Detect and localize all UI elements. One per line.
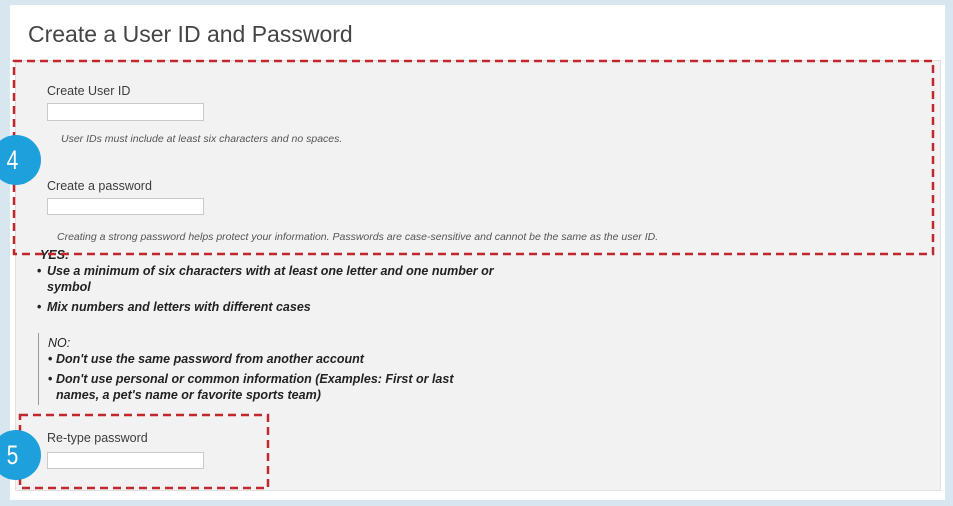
page-title: Create a User ID and Password bbox=[28, 21, 353, 47]
no-heading: NO: bbox=[48, 336, 71, 350]
password-input[interactable] bbox=[47, 198, 204, 215]
no-block: NO: Don't use the same password from ano… bbox=[38, 333, 478, 405]
password-help-text: Creating a strong password helps protect… bbox=[57, 231, 659, 243]
retype-password-label: Re-type password bbox=[47, 431, 148, 445]
yes-item: Use a minimum of six characters with at … bbox=[37, 263, 512, 295]
no-item: Don't use the same password from another… bbox=[48, 351, 478, 367]
user-id-help-text: User IDs must include at least six chara… bbox=[61, 133, 343, 145]
password-label: Create a password bbox=[47, 179, 152, 193]
no-item: Don't use personal or common information… bbox=[48, 371, 478, 403]
password-guidelines: YES: Use a minimum of six characters wit… bbox=[37, 247, 512, 405]
screen: Create a User ID and Password Create Use… bbox=[0, 0, 953, 506]
user-id-label: Create User ID bbox=[47, 84, 131, 98]
no-list: Don't use the same password from another… bbox=[48, 351, 478, 403]
retype-password-input[interactable] bbox=[47, 452, 204, 469]
user-id-input[interactable] bbox=[47, 103, 204, 121]
yes-item: Mix numbers and letters with different c… bbox=[37, 299, 512, 315]
step-number: 4 bbox=[7, 145, 19, 175]
yes-heading: YES: bbox=[40, 248, 70, 262]
yes-list: Use a minimum of six characters with at … bbox=[37, 263, 512, 315]
step-number: 5 bbox=[7, 440, 19, 470]
